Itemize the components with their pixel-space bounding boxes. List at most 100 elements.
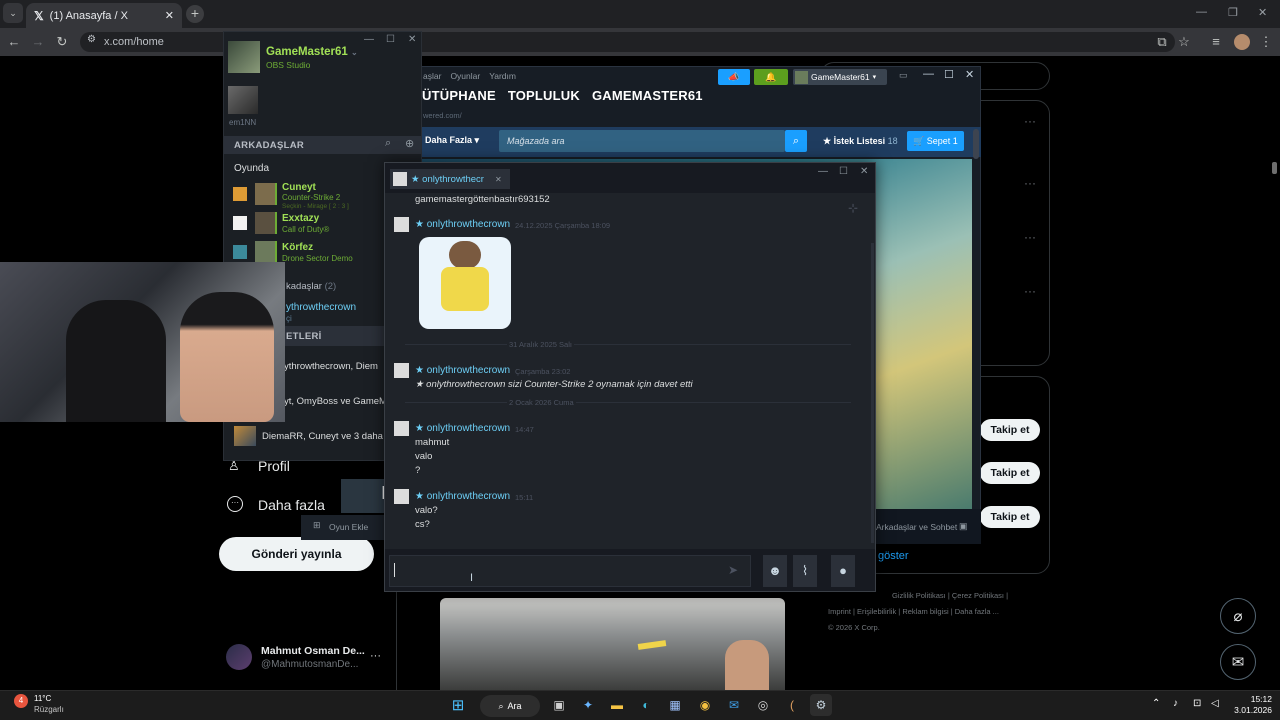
site-info-icon[interactable]: ⚙ [87, 34, 96, 45]
edge-icon[interactable]: ◐ [635, 694, 657, 716]
attachment-icon[interactable]: ⌇ [793, 555, 817, 587]
tray-expand-icon[interactable]: ⌃ [1152, 698, 1160, 709]
group-chat[interactable]: yt, OmyBoss ve GameM [284, 396, 387, 407]
friends-search-icon[interactable]: ⌕ [385, 137, 391, 150]
file-explorer-icon[interactable]: ▬ [606, 694, 628, 716]
store-search-input[interactable]: Mağazada ara [499, 130, 785, 152]
post-button[interactable]: Gönderi yayınla [219, 537, 374, 571]
audio-app-icon[interactable]: ( [781, 694, 803, 716]
restore-icon[interactable]: ❐ [1228, 6, 1238, 19]
account-menu-icon[interactable]: ··· [370, 650, 381, 662]
follow-button[interactable]: Takip et [980, 506, 1040, 528]
online-friend-name[interactable]: ythrowthecrown [286, 302, 356, 313]
voice-icon[interactable]: ● [831, 555, 855, 587]
add-to-chat-icon[interactable]: ⊹ [848, 201, 858, 215]
more-options-icon[interactable]: ··· [1024, 230, 1036, 244]
show-more-link[interactable]: göster [878, 550, 909, 562]
store-more-dropdown[interactable]: Daha Fazla ▾ [425, 135, 479, 146]
forward-icon[interactable]: → [28, 28, 48, 56]
steam-icon[interactable]: ⚙ [810, 694, 832, 716]
clock-date[interactable]: 3.01.2026 [1222, 705, 1272, 715]
nav-community[interactable]: TOPLULUK [508, 88, 580, 103]
obs-icon[interactable]: ◎ [752, 694, 774, 716]
chrome-icon[interactable]: ◉ [694, 694, 716, 716]
follow-button[interactable]: Takip et [980, 419, 1040, 441]
media-icon[interactable]: ≡ [1206, 28, 1226, 56]
grok-icon[interactable]: ⌀ [1220, 598, 1256, 634]
more-options-icon[interactable]: ··· [1024, 284, 1036, 298]
friends-close-icon[interactable]: ✕ [408, 34, 416, 45]
big-picture-icon[interactable]: ▭ [899, 70, 908, 81]
mail-icon[interactable]: ✉ [723, 694, 745, 716]
steam-menu-item[interactable]: Yardım [489, 71, 516, 81]
footer-link[interactable]: Reklam bilgisi [902, 607, 948, 616]
chat-tab-close-icon[interactable]: ✕ [495, 175, 502, 184]
taskbar-search[interactable]: ⌕ Ara [480, 695, 540, 717]
chat-author[interactable]: ★ onlythrowthecrown [415, 491, 510, 502]
nav-more[interactable]: Daha fazla [258, 497, 325, 513]
follow-button[interactable]: Takip et [980, 462, 1040, 484]
reload-icon[interactable]: ↻ [52, 28, 72, 56]
announcement-icon[interactable]: 📣 [718, 69, 750, 85]
task-view-icon[interactable]: ▣ [548, 694, 570, 716]
store-icon[interactable]: ▦ [664, 694, 686, 716]
steam-menu-item[interactable]: aşlar [423, 71, 441, 81]
steam-menu-item[interactable]: Oyunlar [450, 71, 480, 81]
minimize-icon[interactable]: — [1196, 6, 1207, 18]
wishlist-link[interactable]: ★ İstek Listesi 18 [823, 136, 898, 147]
cast-icon[interactable]: ⧉ [1152, 28, 1172, 56]
nav-library[interactable]: ÜTÜPHANE [422, 88, 496, 103]
chat-close-icon[interactable]: ✕ [860, 166, 868, 177]
add-friend-icon[interactable]: ⊕ [405, 137, 414, 150]
browser-tab[interactable]: 𝕏 (1) Anasayfa / X ✕ [26, 3, 182, 28]
footer-link[interactable]: Imprint [828, 607, 851, 616]
footer-link[interactable]: Daha fazla ... [955, 607, 999, 616]
microphone-icon[interactable]: ♪ [1173, 698, 1178, 709]
footer-link[interactable]: Gizlilik Politikası [892, 591, 946, 600]
nav-profile-steam[interactable]: GAMEMASTER61 [592, 88, 703, 103]
network-icon[interactable]: ⊡ [1193, 698, 1201, 709]
chat-scrollbar[interactable] [871, 243, 874, 543]
group-chat[interactable]: ythrowthecrown, Diem [284, 361, 378, 372]
account-dropdown[interactable]: GameMaster61 ▾ [793, 69, 887, 85]
tab-close-icon[interactable]: ✕ [165, 9, 174, 22]
bookmark-star-icon[interactable]: ☆ [1174, 28, 1194, 56]
chat-author[interactable]: ★ onlythrowthecrown [415, 423, 510, 434]
self-avatar[interactable] [228, 41, 260, 73]
timeline-video[interactable] [440, 598, 785, 690]
weather-alert-icon[interactable]: 4 [14, 694, 28, 708]
chat-input[interactable] [389, 555, 751, 587]
chat-maximize-icon[interactable]: ☐ [839, 166, 848, 177]
more-options-icon[interactable]: ··· [1024, 176, 1036, 190]
back-icon[interactable]: ← [4, 28, 24, 56]
close-window-icon[interactable]: ✕ [1258, 6, 1267, 19]
more-options-icon[interactable]: ··· [1024, 114, 1036, 128]
clock-time[interactable]: 15:12 [1232, 694, 1272, 704]
emoticon-icon[interactable]: ☻ [763, 555, 787, 587]
steam-maximize-icon[interactable]: ☐ [944, 68, 954, 81]
send-icon[interactable]: ➤ [728, 563, 738, 577]
friends-minimize-icon[interactable]: — [364, 34, 374, 45]
game-invite-text[interactable]: ★ onlythrowthecrown sizi Counter-Strike … [415, 379, 693, 390]
steam-scrollbar[interactable] [973, 129, 979, 159]
volume-icon[interactable]: ◁ [1211, 698, 1219, 709]
friends-chat-label[interactable]: Arkadaşlar ve Sohbet [876, 522, 957, 532]
steam-close-icon[interactable]: ✕ [965, 68, 974, 81]
cart-button[interactable]: 🛒 Sepet 1 [907, 131, 964, 151]
footer-link[interactable]: Erişilebilirlik [857, 607, 896, 616]
group-chat[interactable]: DiemaRR, Cuneyt ve 3 daha [262, 431, 383, 442]
self-username[interactable]: GameMaster61 ⌄ [266, 46, 358, 58]
messages-icon[interactable]: ✉ [1220, 644, 1256, 680]
chat-minimize-icon[interactable]: — [818, 166, 828, 177]
tab-search-icon[interactable]: ⌄ [3, 3, 23, 23]
small-user-avatar[interactable] [228, 86, 258, 114]
widgets-icon[interactable]: ✦ [577, 694, 599, 716]
chat-author[interactable]: ★ onlythrowthecrown [415, 219, 510, 230]
page-scrollbar[interactable] [1272, 162, 1277, 174]
new-tab-button[interactable]: + [186, 5, 204, 23]
search-icon[interactable]: ⌕ [785, 130, 807, 152]
chat-tab[interactable]: ★ onlythrowthecr ✕ [390, 169, 510, 189]
browser-menu-icon[interactable]: ⋮ [1256, 28, 1276, 56]
user-avatar[interactable] [226, 644, 252, 670]
friends-maximize-icon[interactable]: ☐ [386, 34, 395, 45]
